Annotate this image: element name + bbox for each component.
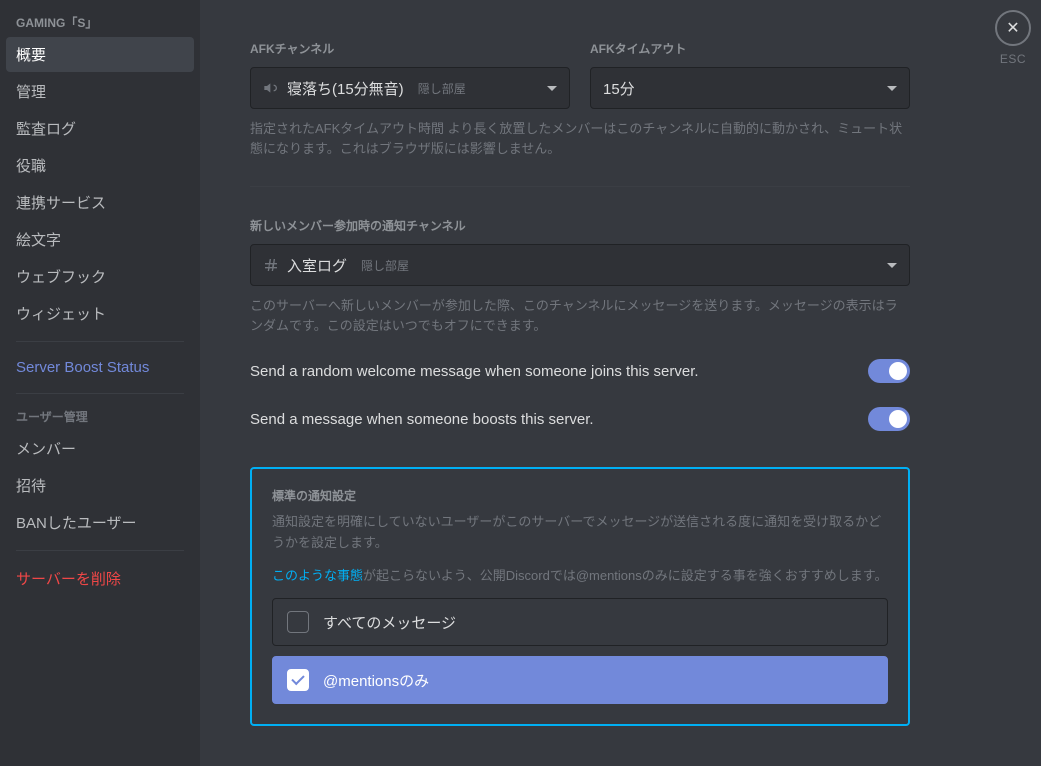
- close-label: ESC: [995, 52, 1031, 66]
- new-member-help-text: このサーバーへ新しいメンバーが参加した際、このチャンネルにメッセージを送ります。…: [250, 296, 910, 335]
- sidebar-item-integrations[interactable]: 連携サービス: [6, 185, 194, 220]
- notify-option-all-messages[interactable]: すべてのメッセージ: [272, 598, 888, 646]
- settings-content: ✕ ESC AFKチャンネル 寝落ち(15分無音) 隠し部屋: [200, 0, 1041, 766]
- section-divider: [250, 186, 910, 187]
- chevron-down-icon: [887, 86, 897, 91]
- chevron-down-icon: [887, 263, 897, 268]
- sidebar-item-emoji[interactable]: 絵文字: [6, 222, 194, 257]
- sidebar-item-roles[interactable]: 役職: [6, 148, 194, 183]
- notifications-link[interactable]: このような事態: [272, 568, 363, 583]
- sidebar-item-invites[interactable]: 招待: [6, 468, 194, 503]
- boost-message-label: Send a message when someone boosts this …: [250, 411, 594, 428]
- notify-option-mentions-only[interactable]: @mentionsのみ: [272, 656, 888, 704]
- close-icon: ✕: [1006, 18, 1019, 38]
- speaker-icon: [263, 80, 279, 96]
- sidebar-item-bans[interactable]: BANしたユーザー: [6, 505, 194, 540]
- notify-option-all-label: すべてのメッセージ: [323, 612, 456, 633]
- boost-message-row: Send a message when someone boosts this …: [250, 407, 910, 431]
- default-notifications-title: 標準の通知設定: [272, 487, 888, 504]
- check-icon: [291, 672, 304, 685]
- sidebar-item-widget[interactable]: ウィジェット: [6, 296, 194, 331]
- default-notifications-help: 通知設定を明確にしていないユーザーがこのサーバーでメッセージが送信される度に通知…: [272, 512, 888, 554]
- sidebar-item-overview[interactable]: 概要: [6, 37, 194, 72]
- close-button[interactable]: ✕: [995, 10, 1031, 46]
- new-member-channel-label: 新しいメンバー参加時の通知チャンネル: [250, 217, 910, 234]
- new-member-channel-select[interactable]: 入室ログ 隠し部屋: [250, 244, 910, 286]
- afk-help-text: 指定されたAFKタイムアウト時間 より長く放置したメンバーはこのチャンネルに自動…: [250, 119, 910, 158]
- new-member-channel-value: 入室ログ: [287, 255, 347, 276]
- boost-message-toggle[interactable]: [868, 407, 910, 431]
- close-control: ✕ ESC: [995, 10, 1031, 66]
- hash-icon: [263, 257, 279, 273]
- afk-timeout-label: AFKタイムアウト: [590, 40, 910, 57]
- sidebar-subheader-users: ユーザー管理: [6, 404, 194, 431]
- sidebar-item-audit-log[interactable]: 監査ログ: [6, 111, 194, 146]
- welcome-message-row: Send a random welcome message when someo…: [250, 359, 910, 383]
- notify-option-mentions-label: @mentionsのみ: [323, 670, 429, 691]
- sidebar-item-webhooks[interactable]: ウェブフック: [6, 259, 194, 294]
- sidebar-divider: [16, 550, 184, 551]
- chevron-down-icon: [547, 86, 557, 91]
- new-member-channel-category: 隠し部屋: [361, 257, 409, 274]
- sidebar-item-moderation[interactable]: 管理: [6, 74, 194, 109]
- sidebar-item-members[interactable]: メンバー: [6, 431, 194, 466]
- afk-channel-label: AFKチャンネル: [250, 40, 570, 57]
- sidebar-divider: [16, 393, 184, 394]
- settings-sidebar: GAMING「S」 概要 管理 監査ログ 役職 連携サービス 絵文字 ウェブフッ…: [0, 0, 200, 766]
- afk-timeout-select[interactable]: 15分: [590, 67, 910, 109]
- notifications-recommend-text: が起こらないよう、公開Discordでは@mentionsのみに設定する事を強く…: [363, 568, 887, 583]
- default-notifications-card: 標準の通知設定 通知設定を明確にしていないユーザーがこのサーバーでメッセージが送…: [250, 467, 910, 726]
- welcome-message-toggle[interactable]: [868, 359, 910, 383]
- checkbox-icon: [287, 611, 309, 633]
- checkbox-icon: [287, 669, 309, 691]
- default-notifications-recommend: このような事態が起こらないよう、公開Discordでは@mentionsのみに設…: [272, 566, 888, 587]
- welcome-message-label: Send a random welcome message when someo…: [250, 363, 699, 380]
- afk-timeout-value: 15分: [603, 78, 635, 99]
- afk-channel-category: 隠し部屋: [418, 80, 466, 97]
- sidebar-divider: [16, 341, 184, 342]
- afk-channel-value: 寝落ち(15分無音): [287, 78, 404, 99]
- afk-channel-select[interactable]: 寝落ち(15分無音) 隠し部屋: [250, 67, 570, 109]
- sidebar-server-name: GAMING「S」: [6, 10, 194, 37]
- sidebar-item-boost-status[interactable]: Server Boost Status: [6, 352, 194, 383]
- sidebar-item-delete-server[interactable]: サーバーを削除: [6, 561, 194, 596]
